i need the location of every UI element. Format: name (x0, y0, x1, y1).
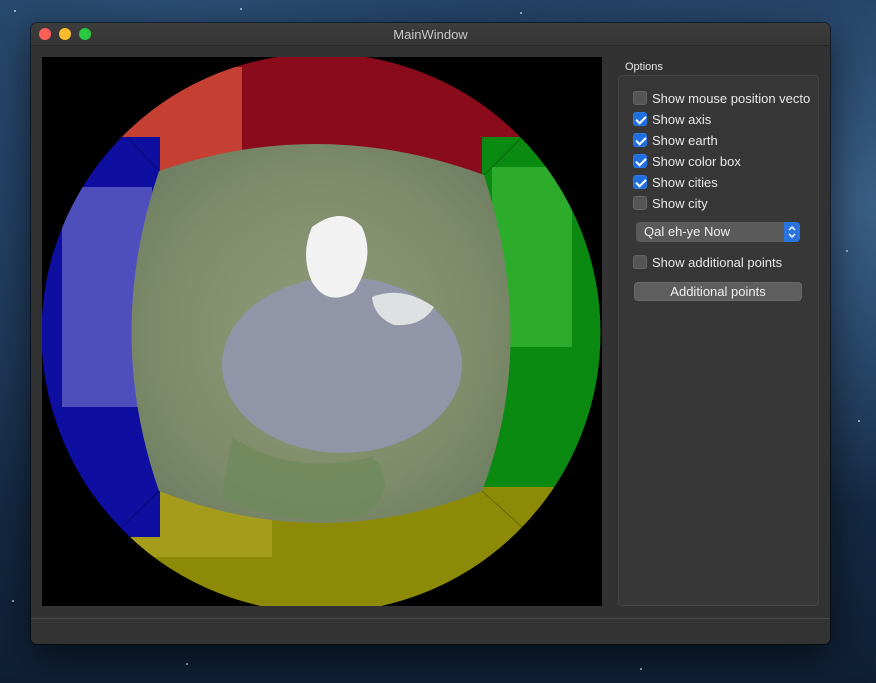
city-select[interactable]: Qal eh-ye Now (636, 222, 800, 242)
title-bar[interactable]: MainWindow (31, 23, 830, 46)
star-decoration (640, 668, 642, 670)
show-additional-points-checkbox[interactable]: Show additional points (633, 254, 817, 270)
checkbox-box[interactable] (633, 91, 647, 105)
checkbox-box[interactable] (633, 196, 647, 210)
options-panel: Show mouse position vecto Show axis Show… (618, 75, 819, 606)
additional-points-button[interactable]: Additional points (634, 282, 802, 301)
checkbox-label: Show earth (652, 132, 718, 148)
checkbox-label: Show cities (652, 174, 718, 190)
star-decoration (240, 8, 242, 10)
window-title: MainWindow (393, 27, 468, 42)
globe-viewport[interactable] (42, 57, 602, 606)
star-decoration (12, 600, 14, 602)
star-decoration (846, 250, 848, 252)
show-axis-checkbox[interactable]: Show axis (633, 111, 817, 127)
star-decoration (186, 663, 188, 665)
show-mouse-position-vector-checkbox[interactable]: Show mouse position vecto (633, 90, 817, 106)
updown-chevron-icon[interactable] (784, 222, 800, 242)
checkbox-box[interactable] (633, 255, 647, 269)
show-cities-checkbox[interactable]: Show cities (633, 174, 817, 190)
checkbox-box[interactable] (633, 112, 647, 126)
checkbox-label: Show mouse position vecto (652, 90, 811, 106)
checkbox-box[interactable] (633, 154, 647, 168)
status-bar (31, 618, 830, 644)
show-color-box-checkbox[interactable]: Show color box (633, 153, 817, 169)
show-city-checkbox[interactable]: Show city (633, 195, 817, 211)
show-earth-checkbox[interactable]: Show earth (633, 132, 817, 148)
star-decoration (520, 12, 522, 14)
checkbox-label: Show additional points (652, 254, 783, 270)
star-decoration (858, 420, 860, 422)
checkbox-box[interactable] (633, 175, 647, 189)
city-select-value: Qal eh-ye Now (644, 224, 730, 239)
main-window: MainWindow Options Show mouse position v… (31, 23, 830, 644)
star-decoration (14, 10, 16, 12)
options-group-title: Options (625, 61, 663, 73)
checkbox-label: Show city (652, 195, 708, 211)
checkbox-label: Show axis (652, 111, 712, 127)
checkbox-box[interactable] (633, 133, 647, 147)
globe-render (42, 57, 602, 606)
checkbox-label: Show color box (652, 153, 741, 169)
